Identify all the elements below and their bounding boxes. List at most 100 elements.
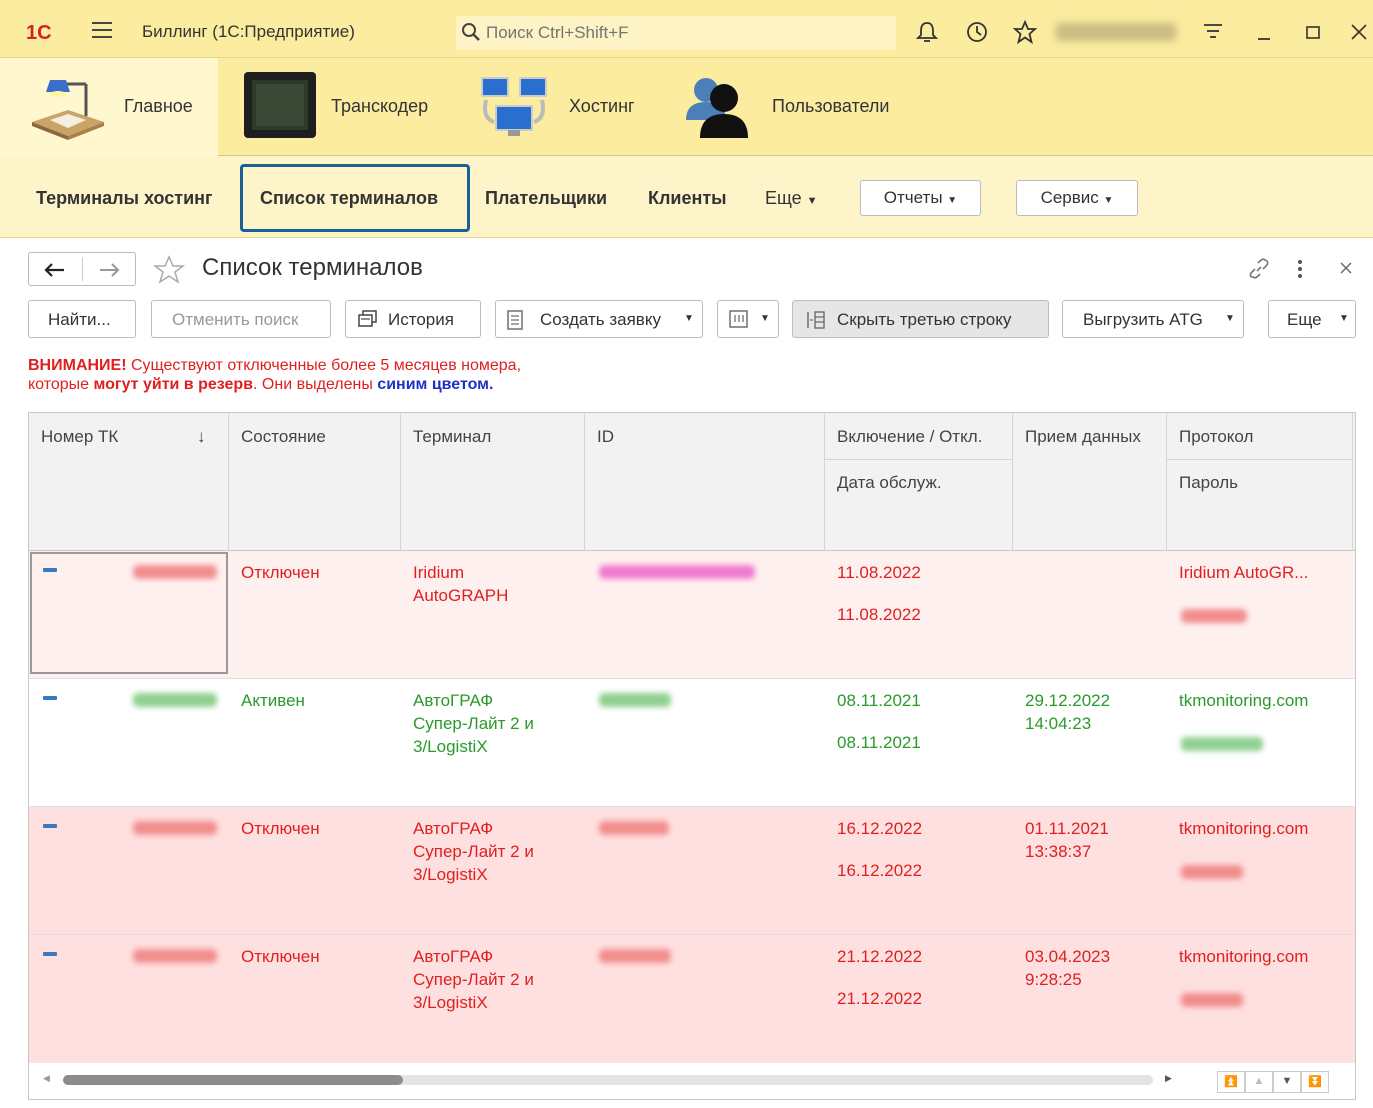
warning-message: ВНИМАНИЕ! Существуют отключенные более 5…	[28, 356, 521, 394]
section-main[interactable]: Главное	[0, 58, 218, 156]
header-number[interactable]: Номер ТК ↓	[29, 413, 229, 551]
header-number-label: Номер ТК	[41, 427, 119, 446]
number-blurred	[133, 821, 217, 835]
user-name-blurred[interactable]	[1056, 23, 1176, 41]
scroll-right-icon[interactable]: ▶	[1165, 1073, 1172, 1084]
section-label: Транскодер	[331, 96, 429, 116]
favorites-star-icon[interactable]	[1012, 19, 1038, 45]
header-id-label: ID	[597, 427, 614, 446]
cell-enable: 21.12.2022 21.12.2022	[825, 935, 1013, 1063]
maximize-icon[interactable]	[1300, 19, 1326, 45]
cell-state: Отключен	[229, 807, 401, 935]
func-more-label: Еще	[765, 188, 802, 208]
history-button[interactable]: История	[345, 300, 481, 338]
password-blurred	[1181, 865, 1243, 879]
row-status-icon	[43, 952, 57, 956]
id-blurred	[599, 693, 671, 707]
more-vertical-icon[interactable]	[1292, 256, 1308, 282]
minimize-icon[interactable]	[1252, 19, 1278, 45]
func-payers[interactable]: Плательщики	[485, 188, 607, 209]
table-row[interactable]: Отключен АвтоГРАФ Супер-Лайт 2 и 3/Logis…	[29, 935, 1355, 1063]
header-terminal[interactable]: Терминал	[401, 413, 585, 551]
history-icon[interactable]	[964, 19, 990, 45]
header-enable[interactable]: Включение / Откл. Дата обслуж.	[825, 413, 1013, 551]
bell-icon[interactable]	[914, 19, 940, 45]
favorite-star-icon[interactable]	[152, 254, 186, 286]
scroll-top-icon[interactable]: ⏫	[1217, 1071, 1245, 1093]
table-row[interactable]: Активен АвтоГРАФ Супер-Лайт 2 и 3/Logist…	[29, 679, 1355, 807]
protocol-value: tkmonitoring.com	[1179, 947, 1309, 966]
sections-panel: Главное Транскодер Хостинг Пользователи	[0, 58, 1373, 156]
dropdown-arrow-icon: ▼	[760, 313, 770, 324]
service-date: 16.12.2022	[837, 861, 923, 880]
scroll-thumb[interactable]	[63, 1075, 403, 1085]
func-more-button[interactable]: Еще ▼	[765, 188, 818, 209]
document-icon	[507, 310, 523, 330]
enable-date: 08.11.2021	[837, 691, 921, 710]
close-window-icon[interactable]	[1346, 19, 1372, 45]
service-button[interactable]: Сервис ▼	[1016, 180, 1138, 216]
func-clients[interactable]: Клиенты	[648, 188, 727, 209]
state-value: Активен	[241, 691, 305, 710]
print-menu-button[interactable]: ▼	[717, 300, 779, 338]
warning-attention: ВНИМАНИЕ!	[28, 357, 127, 374]
section-label: Главное	[124, 96, 193, 116]
header-state[interactable]: Состояние	[229, 413, 401, 551]
back-arrow-icon[interactable]	[43, 261, 67, 279]
header-data-recv[interactable]: Прием данных	[1013, 413, 1167, 551]
number-blurred	[133, 693, 217, 707]
scroll-left-icon[interactable]: ◀	[43, 1073, 50, 1084]
recv-date: 29.12.2022	[1025, 691, 1111, 710]
section-label: Пользователи	[772, 96, 890, 116]
export-atg-button[interactable]: Выгрузить ATG ▼	[1062, 300, 1244, 338]
header-divider	[1167, 459, 1352, 460]
section-transcoder[interactable]: Транскодер	[218, 58, 448, 156]
cell-state: Активен	[229, 679, 401, 807]
section-hosting[interactable]: Хостинг	[448, 58, 658, 156]
password-blurred	[1181, 993, 1243, 1007]
scroll-down-icon[interactable]: ▼	[1273, 1071, 1301, 1093]
header-id[interactable]: ID	[585, 413, 825, 551]
protocol-value: tkmonitoring.com	[1179, 819, 1309, 838]
service-date: 21.12.2022	[837, 989, 923, 1008]
forward-arrow-icon[interactable]	[97, 261, 121, 279]
close-form-icon[interactable]	[1336, 258, 1356, 278]
main-menu-icon[interactable]	[92, 22, 112, 38]
func-terminals-hosting[interactable]: Терминалы хостинг	[36, 188, 213, 209]
hide-third-row-button[interactable]: Скрыть третью строку	[792, 300, 1049, 338]
warning-text: которые	[28, 376, 94, 393]
hide-third-row-label: Скрыть третью строку	[837, 310, 1012, 329]
search-icon	[462, 23, 480, 41]
cell-enable: 08.11.2021 08.11.2021	[825, 679, 1013, 807]
row-status-icon	[43, 696, 57, 700]
reports-button[interactable]: Отчеты ▼	[860, 180, 981, 216]
export-atg-label: Выгрузить ATG	[1083, 310, 1203, 329]
func-terminal-list[interactable]: Список терминалов	[260, 188, 438, 209]
table-row[interactable]: Отключен Iridium AutoGRAPH 11.08.2022 11…	[29, 551, 1355, 679]
more-commands-button[interactable]: Еще ▼	[1268, 300, 1356, 338]
scroll-up-icon[interactable]: ▲	[1245, 1071, 1273, 1093]
dropdown-arrow-icon: ▼	[1225, 313, 1235, 324]
dropdown-arrow-icon: ▼	[1103, 195, 1114, 206]
warning-text: Существуют отключенные более 5 месяцев н…	[126, 357, 522, 374]
terminals-table[interactable]: Номер ТК ↓ Состояние Терминал ID Включен…	[28, 412, 1356, 1100]
link-icon[interactable]	[1246, 256, 1272, 282]
search-box[interactable]	[456, 16, 896, 50]
scroll-bottom-icon[interactable]: ⏬	[1301, 1071, 1329, 1093]
nav-separator	[82, 257, 83, 281]
network-computers-icon	[481, 77, 547, 136]
terminal-line-1: АвтоГРАФ	[413, 691, 494, 710]
settings-menu-icon[interactable]	[1200, 19, 1226, 45]
rows-toggle-icon	[807, 311, 825, 329]
header-protocol[interactable]: Протокол Пароль	[1167, 413, 1353, 551]
find-button[interactable]: Найти...	[28, 300, 136, 338]
horizontal-scrollbar[interactable]: ◀ ▶ ⏫ ▲ ▼ ⏬	[29, 1063, 1355, 1099]
section-users[interactable]: Пользователи	[658, 58, 938, 156]
cancel-search-button[interactable]: Отменить поиск	[151, 300, 331, 338]
cell-terminal: АвтоГРАФ Супер-Лайт 2 и 3/LogistiX	[401, 935, 585, 1063]
header-password-label: Пароль	[1179, 473, 1238, 492]
search-input[interactable]	[486, 21, 886, 45]
create-request-button[interactable]: Создать заявку ▼	[495, 300, 703, 338]
table-row[interactable]: Отключен АвтоГРАФ Супер-Лайт 2 и 3/Logis…	[29, 807, 1355, 935]
history-label: История	[388, 310, 454, 329]
